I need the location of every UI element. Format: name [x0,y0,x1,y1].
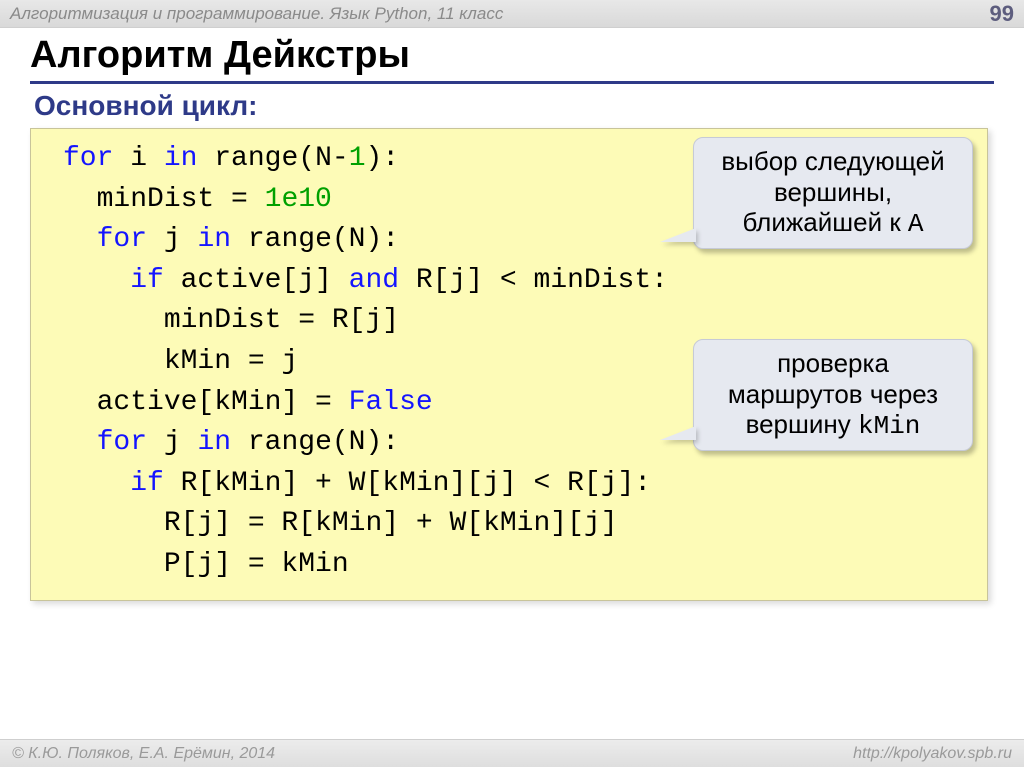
callout-pointer-icon [660,228,696,242]
code-text [63,224,97,255]
callout-text: маршрутов через [710,379,956,410]
page-number: 99 [990,1,1014,27]
code-text: j [147,224,197,255]
callout-text: вершины, [710,177,956,208]
footer-bar: © К.Ю. Поляков, Е.А. Ерёмин, 2014 http:/… [0,739,1024,767]
callout-text: проверка [710,348,956,379]
code-kw: if [130,468,164,499]
code-text: active[kMin] = [63,387,349,418]
slide-body: Алгоритм Дейкстры Основной цикл: for i i… [0,28,1024,601]
slide-subtitle: Основной цикл: [30,90,994,122]
code-kw: if [130,265,164,296]
code-kw: in [164,143,198,174]
callout-text: вершину kMin [710,409,956,442]
footer-copyright: © К.Ю. Поляков, Е.А. Ерёмин, 2014 [12,745,275,763]
slide-title: Алгоритм Дейкстры [30,34,994,84]
callout-check-routes: проверка маршрутов через вершину kMin [693,339,973,451]
code-kw: for [63,143,113,174]
code-text: minDist = R[j] [63,305,399,336]
code-text: range(N- [197,143,348,174]
callout-text: ближайшей к A [710,207,956,240]
code-text: i [113,143,163,174]
code-text: kMin = j [63,346,298,377]
callout-pointer-icon [660,426,696,440]
code-text: R[kMin] + W[kMin][j] < R[j]: [164,468,651,499]
code-text: R[j] = R[kMin] + W[kMin][j] [63,508,618,539]
code-text [63,427,97,458]
callout-select-vertex: выбор следующей вершины, ближайшей к A [693,137,973,249]
code-text: minDist = [63,184,265,215]
code-text: range(N): [231,224,399,255]
code-kw: False [349,387,433,418]
breadcrumb: Алгоритмизация и программирование. Язык … [10,4,503,24]
code-text [63,265,130,296]
code-text: R[j] < minDist: [399,265,668,296]
code-num: 1e10 [265,184,332,215]
code-kw: for [97,427,147,458]
footer-url: http://kpolyakov.spb.ru [853,745,1012,763]
code-kw: and [349,265,399,296]
code-text: P[j] = kMin [63,549,349,580]
code-text: ): [366,143,400,174]
code-text: range(N): [231,427,399,458]
code-text [63,468,130,499]
code-kw: in [197,427,231,458]
code-text: active[j] [164,265,349,296]
code-num: 1 [349,143,366,174]
callout-text: выбор следующей [710,146,956,177]
code-kw: in [197,224,231,255]
code-text: j [147,427,197,458]
code-block: for i in range(N-1): minDist = 1e10 for … [30,128,988,601]
code-kw: for [97,224,147,255]
header-bar: Алгоритмизация и программирование. Язык … [0,0,1024,28]
